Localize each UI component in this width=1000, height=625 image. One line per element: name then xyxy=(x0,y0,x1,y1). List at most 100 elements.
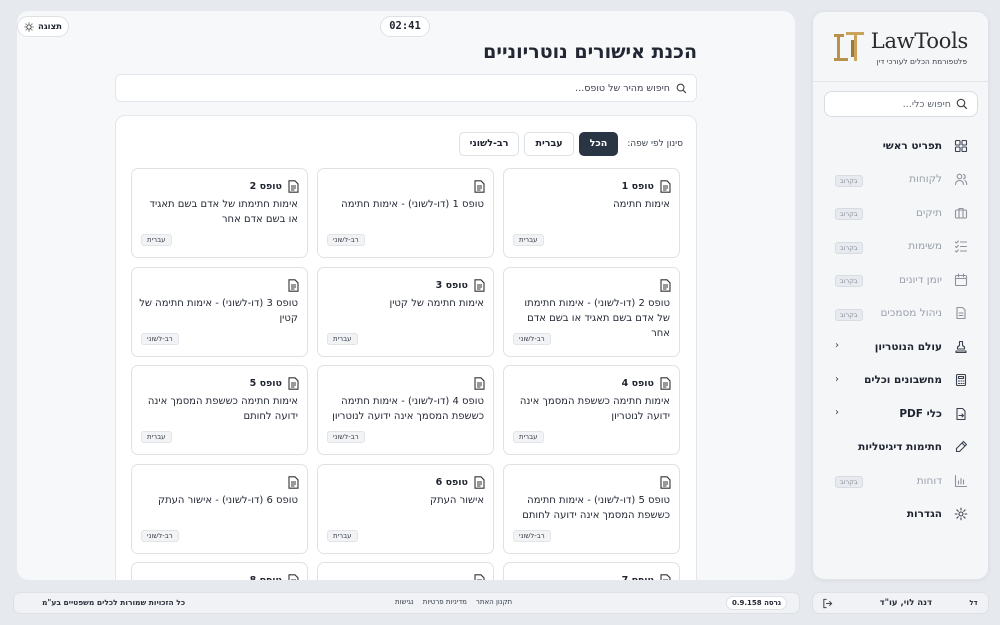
coming-soon-badge: בקרוב xyxy=(835,476,863,488)
coming-soon-badge: בקרוב xyxy=(835,241,863,254)
form-description: טופס 1 (דו-לשוני) - אימות חתימה xyxy=(341,199,484,210)
display-label: תצוגה xyxy=(38,21,62,32)
footer: גרסה 0.9.158 תקנון האתר מדיניות פרטיות נ… xyxy=(13,592,800,614)
form-card[interactable]: טופס 7 xyxy=(503,562,680,580)
form-card[interactable]: טופס 5 אימות חתימה כששפת המסמך אינה ידועה… xyxy=(131,365,308,455)
form-card[interactable]: טופס 4 אימות חתימה כששפת המסמך אינה ידועה… xyxy=(503,365,680,455)
search-placeholder: חיפוש מהיר של טופס... xyxy=(575,82,670,94)
form-card[interactable]: טופס 1 אימות חתימה עברית xyxy=(503,168,680,258)
form-card[interactable]: טופס 5 (דו-לשוני) - אימות חתימה כששפת המ… xyxy=(503,463,680,554)
tool-search-placeholder: חיפוש כלי... xyxy=(902,98,951,110)
checklist-icon xyxy=(954,240,968,253)
document-icon xyxy=(660,180,671,193)
pen-icon xyxy=(955,441,968,453)
briefcase-icon xyxy=(954,207,968,219)
logout-icon[interactable] xyxy=(822,598,833,609)
form-description: טופס 3 (דו-לשוני) - אימות חתימה של קטין xyxy=(139,297,298,324)
sidebar-item[interactable]: עולם הנוטריון ‹ xyxy=(813,330,988,364)
users-icon xyxy=(954,173,968,186)
sidebar-item-label: ניהול מסמכים xyxy=(880,307,942,320)
display-toggle-button[interactable]: תצוגה xyxy=(17,16,69,37)
sidebar-item-label: לקוחות xyxy=(909,173,942,186)
sun-moon-icon xyxy=(24,21,34,32)
chart-icon xyxy=(954,474,968,487)
grid-icon xyxy=(954,139,968,152)
form-card[interactable]: טופס 4 (דו-לשוני) - אימות חתימה כששפת המ… xyxy=(317,365,494,455)
chevron-left-icon: ‹ xyxy=(835,340,839,351)
version-badge: גרסה 0.9.158 xyxy=(726,596,788,610)
sidebar-item-label: דוחות xyxy=(916,474,942,487)
filter-multilingual-button[interactable]: רב-לשוני xyxy=(458,132,520,156)
calendar-icon xyxy=(954,273,968,286)
document-icon xyxy=(474,574,485,580)
form-card[interactable]: טופס 6 (דו-לשוני) - אישור העתק רב-לשוני xyxy=(131,463,308,554)
document-icon xyxy=(660,377,671,390)
form-title: טופס 2 xyxy=(249,181,282,192)
sidebar-item-label: מחשבונים וכלים xyxy=(864,374,942,387)
language-badge: רב-לשוני xyxy=(513,529,551,542)
tool-search-input[interactable]: חיפוש כלי... xyxy=(824,91,978,117)
form-card[interactable]: טופס 8 xyxy=(131,562,308,580)
search-icon xyxy=(956,98,968,110)
form-card[interactable] xyxy=(317,562,494,580)
document-icon xyxy=(288,278,299,292)
filter-all-button[interactable]: הכל xyxy=(578,132,619,156)
document-icon xyxy=(474,278,485,292)
sidebar-item[interactable]: יומן דיונים בקרוב xyxy=(813,263,988,297)
coming-soon-badge: בקרוב xyxy=(835,275,863,287)
sidebar-item-label: כלי PDF xyxy=(899,407,942,420)
sidebar-item[interactable]: חתימות דיגיטליות xyxy=(813,431,988,465)
form-search-input[interactable]: חיפוש מהיר של טופס... xyxy=(115,74,697,102)
language-badge: רב-לשוני xyxy=(141,529,179,542)
sidebar-item[interactable]: ניהול מסמכים בקרוב xyxy=(813,297,988,331)
document-icon xyxy=(956,307,966,320)
coming-soon-badge: בקרוב xyxy=(835,308,863,321)
sidebar-item-label: משימות xyxy=(908,240,942,253)
chevron-left-icon: ‹ xyxy=(835,407,839,418)
form-card[interactable]: טופס 3 אימות חתימה של קטין עברית xyxy=(317,266,494,357)
form-description: אימות חתימה של קטין xyxy=(389,297,484,309)
language-badge: עברית xyxy=(513,234,544,246)
search-icon xyxy=(676,83,687,93)
sidebar-item[interactable]: הגדרות xyxy=(813,498,988,532)
language-badge: עברית xyxy=(141,431,172,443)
sidebar-item[interactable]: דוחות בקרוב xyxy=(813,464,988,498)
form-description: טופס 5 (דו-לשוני) - אימות חתימה כששפת המ… xyxy=(522,494,670,521)
form-card[interactable]: טופס 6 אישור העתק עברית xyxy=(317,463,494,554)
document-icon xyxy=(474,475,485,489)
document-icon xyxy=(660,574,671,580)
avatar[interactable]: דל xyxy=(967,597,980,610)
sidebar-item-label: יומן דיונים xyxy=(899,273,942,286)
form-card[interactable]: טופס 3 (דו-לשוני) - אימות חתימה של קטין ר… xyxy=(131,266,308,357)
sidebar-item[interactable]: תיקים בקרוב xyxy=(813,196,988,230)
document-icon xyxy=(288,475,299,489)
sidebar-item[interactable]: תפריט ראשי xyxy=(813,129,988,163)
sidebar-nav: תפריט ראשי לקוחות בקרוב תיקים בקרוב משימות בקר… xyxy=(813,129,988,531)
form-card[interactable]: טופס 2 (דו-לשוני) - אימות חתימתו של אדם … xyxy=(503,266,680,357)
session-timer: 02:41 xyxy=(380,16,430,37)
filter-hebrew-button[interactable]: עברית xyxy=(524,132,574,156)
coming-soon-badge: בקרוב xyxy=(835,174,863,187)
main-panel: תצוגה 02:41 הכנת אישורים נוטריוניים חיפו… xyxy=(17,11,795,580)
sidebar-item[interactable]: לקוחות בקרוב xyxy=(813,163,988,197)
form-description: אימות חתימה כששפת המסמך אינה ידועה לנוטר… xyxy=(519,396,670,422)
form-description: אימות חתימה xyxy=(613,199,670,210)
form-description: אימות חתימה כששפת המסמך אינה ידועה לחותם xyxy=(147,396,298,422)
calculator-icon xyxy=(955,374,967,387)
brand-subtitle: פלטפורמת הכלים לעורכי דין xyxy=(876,57,967,66)
language-filter: סינון לפי שפה: הכל עברית רב-לשוני xyxy=(458,132,683,156)
sidebar-item[interactable]: כלי PDF ‹ xyxy=(813,397,988,431)
form-description: אימות חתימתו של אדם בשם תאגיד או בשם אדם… xyxy=(149,199,298,225)
footer-link-terms[interactable]: תקנון האתר xyxy=(476,598,512,606)
language-badge: רב-לשוני xyxy=(141,332,179,345)
document-icon xyxy=(288,574,299,580)
language-badge: רב-לשוני xyxy=(327,234,365,246)
form-card[interactable]: טופס 1 (דו-לשוני) - אימות חתימה רב-לשוני xyxy=(317,168,494,258)
footer-link-privacy[interactable]: מדיניות פרטיות xyxy=(423,598,467,606)
sidebar-item[interactable]: מחשבונים וכלים ‹ xyxy=(813,364,988,398)
footer-link-accessibility[interactable]: נגישות xyxy=(395,598,414,606)
sidebar-item[interactable]: משימות בקרוב xyxy=(813,230,988,264)
sidebar: LawTools פלטפורמת הכלים לעורכי דין חיפוש… xyxy=(812,11,989,580)
document-icon xyxy=(660,278,671,292)
form-card[interactable]: טופס 2 אימות חתימתו של אדם בשם תאגיד או ב… xyxy=(131,168,308,258)
